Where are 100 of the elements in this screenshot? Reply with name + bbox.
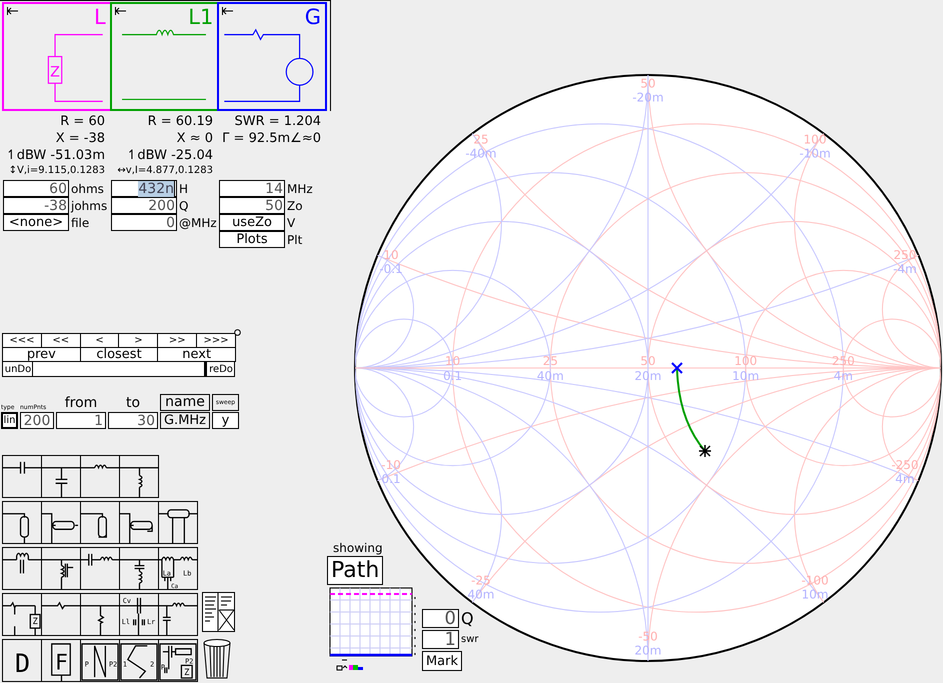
circuit-panel[interactable]: G bbox=[217, 2, 328, 111]
component-tool-button[interactable]: F bbox=[41, 639, 81, 682]
resistance-label: 25 bbox=[542, 354, 558, 368]
susceptance-label: 20m bbox=[634, 643, 662, 658]
susceptance-label: -4m bbox=[893, 262, 917, 276]
step-button[interactable]: >>> bbox=[196, 333, 236, 348]
reactance-label: -50 bbox=[638, 629, 658, 644]
jump-button[interactable]: next bbox=[157, 347, 236, 362]
value-field[interactable]: 0 bbox=[111, 214, 177, 231]
points-field[interactable]: 200 bbox=[20, 412, 54, 429]
component-tool-button[interactable]: Z bbox=[2, 593, 42, 636]
resistance-label: 100 bbox=[734, 354, 758, 368]
unit-label: MHz bbox=[287, 182, 313, 196]
unit-label: swr bbox=[461, 634, 478, 645]
arrow-to-bar-icon[interactable] bbox=[114, 7, 126, 15]
jump-button[interactable]: prev bbox=[2, 347, 81, 362]
component-tool-button[interactable] bbox=[41, 593, 81, 636]
component-label: D bbox=[14, 648, 30, 678]
step-button[interactable]: >> bbox=[157, 333, 198, 348]
step-button[interactable]: > bbox=[118, 333, 158, 348]
component-tool-button[interactable] bbox=[119, 501, 159, 544]
value-field[interactable]: 432n bbox=[111, 180, 177, 197]
component-tool-button[interactable] bbox=[80, 455, 120, 498]
trash-icon[interactable] bbox=[202, 638, 232, 680]
readout-text: X ≈ 0 bbox=[176, 130, 213, 147]
from-field[interactable]: 1 bbox=[56, 412, 106, 429]
resistance-label: 50 bbox=[640, 354, 656, 368]
component-tool-button[interactable] bbox=[80, 593, 120, 636]
shunt-capacitor-icon bbox=[42, 467, 80, 497]
component-tool-button[interactable] bbox=[2, 455, 42, 498]
arrow-to-bar-icon[interactable] bbox=[7, 7, 18, 15]
column-label: to bbox=[124, 396, 142, 411]
legend-icon bbox=[336, 659, 366, 671]
mark-button[interactable]: Mark bbox=[422, 651, 462, 671]
component-tool-button[interactable] bbox=[158, 593, 198, 636]
readout-text: X = -38 bbox=[56, 130, 105, 147]
series-inductor-icon bbox=[81, 464, 119, 468]
susceptance-label: 10m bbox=[802, 588, 828, 602]
value-field[interactable]: -38 bbox=[3, 197, 69, 214]
reactance-label: 10 bbox=[383, 248, 399, 262]
conductance-label: 40m bbox=[536, 369, 564, 383]
resistance-label: 10 bbox=[445, 354, 460, 368]
component-label: Z bbox=[32, 617, 38, 628]
component-tool-button[interactable] bbox=[41, 547, 81, 590]
step-button[interactable]: << bbox=[40, 333, 81, 348]
value-field[interactable]: 50 bbox=[219, 197, 285, 214]
susceptance-label: -20m bbox=[632, 90, 664, 105]
component-tool-button[interactable] bbox=[80, 547, 120, 590]
name-button[interactable]: G.MHz bbox=[160, 412, 210, 429]
reactance-label: 100 bbox=[804, 132, 826, 146]
redo-button[interactable]: reDo bbox=[204, 361, 235, 377]
mode-button[interactable]: Path bbox=[327, 556, 384, 585]
q-field[interactable]: 0 bbox=[422, 609, 459, 628]
value-button[interactable]: Plots bbox=[219, 231, 285, 248]
component-tool-button[interactable] bbox=[41, 455, 81, 498]
undo-button[interactable]: unDo bbox=[2, 361, 33, 377]
readout-text: R = 60.19 bbox=[148, 113, 213, 130]
readout-text: Γ = 92.5m∠≈0 bbox=[222, 130, 321, 147]
sweep-type-button[interactable]: lin bbox=[1, 412, 18, 429]
shunt-lc-icon bbox=[120, 559, 158, 589]
susceptance-label: -40m bbox=[465, 146, 497, 160]
conductance-label: 0.1 bbox=[443, 369, 462, 383]
component-tool-button[interactable] bbox=[2, 547, 42, 590]
showing-label: showing bbox=[333, 540, 383, 556]
value-button[interactable]: useZo bbox=[219, 214, 285, 231]
component-tool-button[interactable] bbox=[41, 501, 81, 544]
to-field[interactable]: 30 bbox=[108, 412, 158, 429]
component-tool-button[interactable] bbox=[80, 501, 120, 544]
value-field[interactable]: 14 bbox=[219, 180, 285, 197]
arrow-to-bar-icon[interactable] bbox=[222, 7, 234, 15]
conductance-label: 4m bbox=[834, 369, 853, 383]
component-tool-button[interactable] bbox=[2, 501, 42, 544]
cross-marker-icon bbox=[671, 362, 683, 374]
sweep-button[interactable]: y bbox=[212, 412, 239, 429]
unit-label: file bbox=[71, 216, 90, 230]
swr-field[interactable]: 1 bbox=[422, 630, 459, 649]
step-button[interactable]: <<< bbox=[2, 333, 42, 348]
jump-button[interactable]: closest bbox=[80, 347, 158, 362]
unit-label: Q bbox=[461, 609, 474, 628]
unit-label: Q bbox=[179, 198, 188, 212]
notes-icon[interactable] bbox=[202, 592, 235, 632]
open-stub-icon bbox=[3, 513, 29, 543]
value-field[interactable]: 200 bbox=[111, 197, 177, 214]
readout-text: ↿dBW -25.04 bbox=[126, 147, 213, 164]
component-tool-button[interactable]: D bbox=[2, 639, 42, 682]
component-tool-button[interactable] bbox=[119, 455, 159, 498]
component-tool-button[interactable] bbox=[158, 501, 198, 544]
handle-circle-icon[interactable] bbox=[234, 329, 241, 336]
history-field[interactable] bbox=[33, 361, 204, 377]
panel-label: L bbox=[94, 7, 106, 27]
value-field[interactable]: 60 bbox=[3, 180, 69, 197]
value-button[interactable]: <none> bbox=[3, 214, 69, 231]
shorted-stub-icon bbox=[81, 513, 107, 538]
unit-label: H bbox=[179, 182, 188, 196]
readout-text: SWR = 1.204 bbox=[234, 113, 321, 130]
impedance-label: Z bbox=[50, 64, 60, 81]
column-label: from bbox=[64, 396, 98, 411]
susceptance-label: -0.1 bbox=[379, 262, 403, 276]
component-tool-button[interactable] bbox=[119, 547, 159, 590]
reactance-label: 250 bbox=[893, 248, 916, 262]
